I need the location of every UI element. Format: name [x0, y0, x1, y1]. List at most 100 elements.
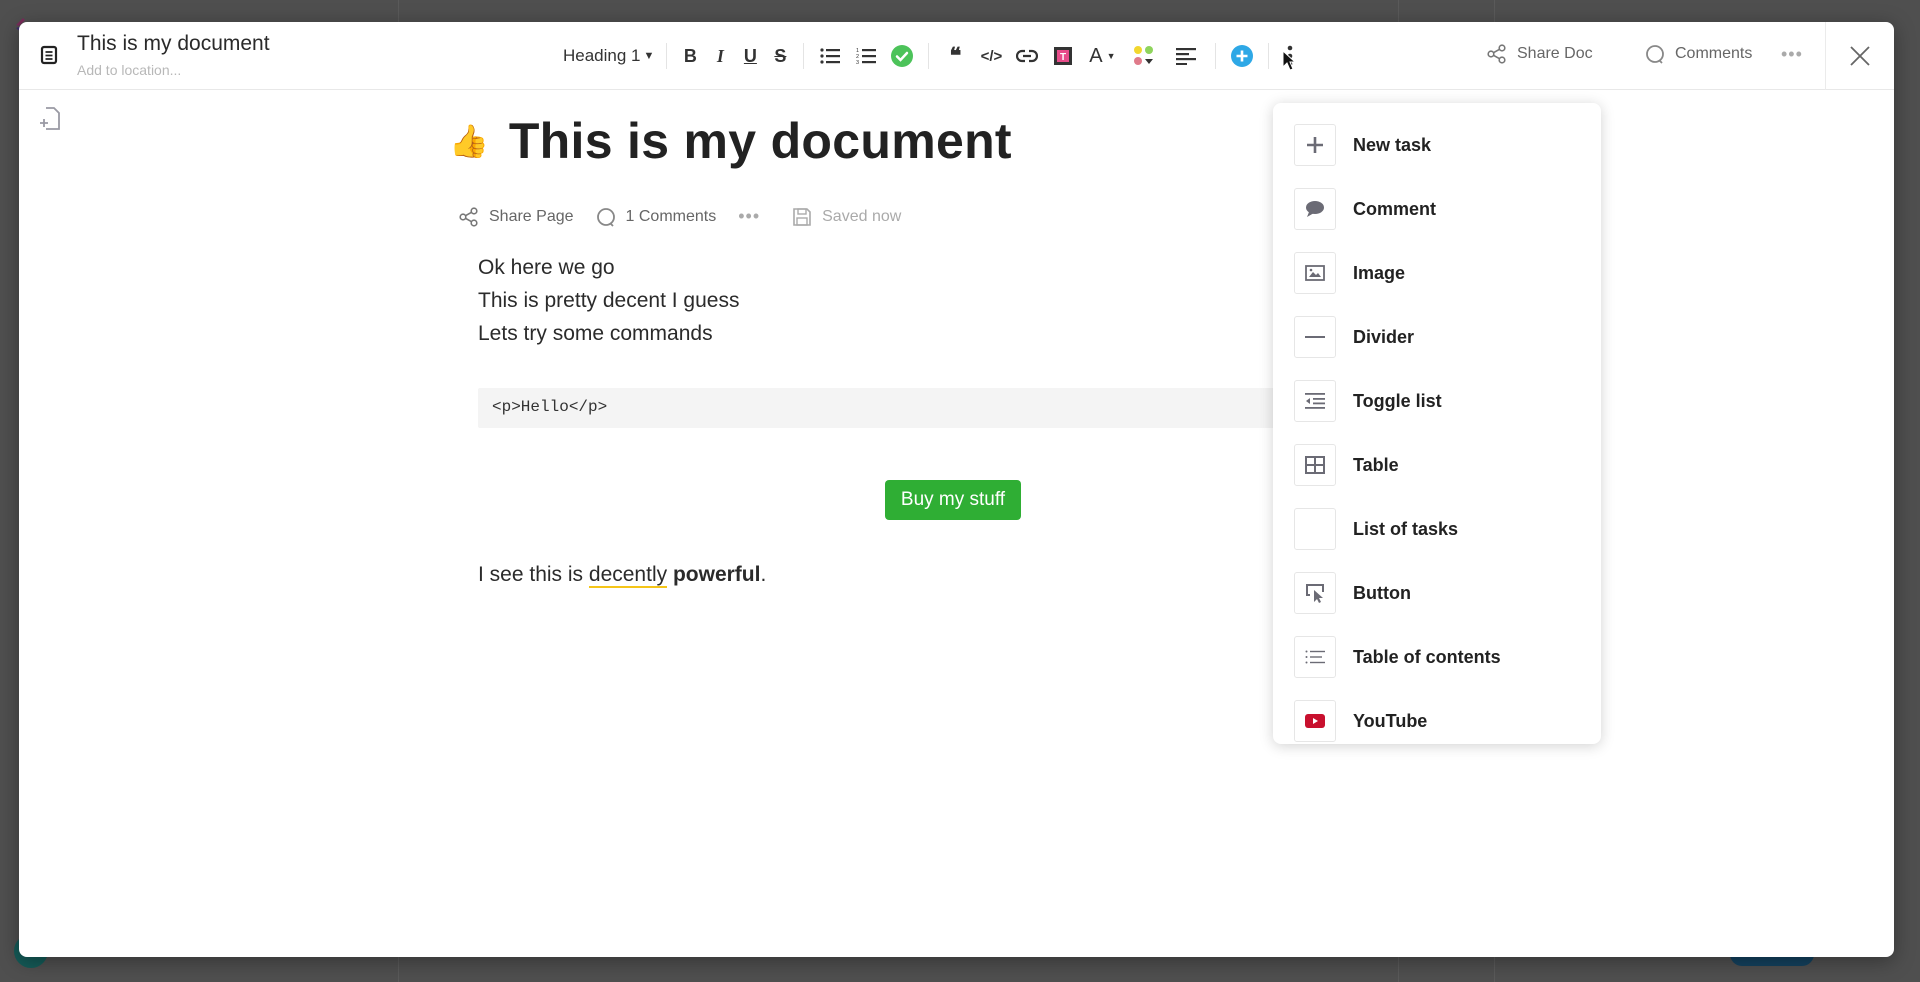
doc-title[interactable]: This is my document — [77, 32, 270, 56]
page-meta-row: Share Page 1 Comments ••• Saved now — [459, 206, 1349, 227]
plus-circle-icon — [1231, 45, 1254, 67]
close-button[interactable] — [1825, 22, 1894, 90]
divider-icon — [1294, 316, 1336, 358]
text-highlight-button[interactable]: T — [1045, 40, 1081, 72]
quote-button[interactable]: ❝ — [937, 40, 973, 72]
bulleted-list-icon — [820, 48, 841, 64]
bold-button[interactable]: B — [675, 40, 705, 72]
svg-text:T: T — [1060, 52, 1066, 63]
menu-item-label: New task — [1353, 134, 1432, 155]
mouse-cursor-icon — [1282, 50, 1297, 71]
save-status: Saved now — [792, 207, 901, 227]
menu-item-list-of-tasks[interactable]: List of tasks — [1273, 497, 1601, 561]
link-button[interactable] — [1009, 40, 1045, 72]
comments-label: Comments — [1675, 45, 1753, 62]
page-heading: 👍 This is my document — [449, 112, 1349, 170]
menu-item-label: Comment — [1353, 198, 1437, 219]
youtube-icon — [1294, 700, 1336, 742]
heading-style-select[interactable]: Heading 1 ▼ — [559, 40, 658, 72]
comment-bubble-icon — [596, 207, 615, 227]
button-icon — [1294, 572, 1336, 614]
toolbar-divider — [1268, 43, 1270, 69]
code-block[interactable]: <p>Hello</p> — [478, 388, 1368, 428]
menu-item-label: Button — [1353, 582, 1411, 603]
underline-button[interactable]: U — [735, 40, 765, 72]
link-icon — [1016, 49, 1039, 63]
close-icon — [1850, 46, 1870, 66]
bold-text: powerful — [672, 563, 761, 586]
menu-item-toggle-list[interactable]: Toggle list — [1273, 369, 1601, 433]
menu-item-divider[interactable]: Divider — [1273, 305, 1601, 369]
menu-item-youtube[interactable]: YouTube — [1273, 689, 1601, 753]
page-more-button[interactable]: ••• — [738, 206, 760, 227]
align-button[interactable] — [1165, 40, 1207, 72]
page-comments-label: 1 Comments — [625, 207, 717, 225]
comment-icon — [1294, 188, 1336, 230]
menu-item-label: Toggle list — [1353, 390, 1442, 411]
text-color-button[interactable]: A ▼ — [1081, 40, 1123, 72]
paragraph[interactable]: This is pretty decent I guess — [478, 284, 1349, 317]
insert-button[interactable] — [1224, 40, 1260, 72]
comment-bubble-icon — [1646, 45, 1664, 64]
align-left-icon — [1176, 48, 1197, 65]
text-run: . — [760, 563, 767, 586]
formatting-toolbar: Heading 1 ▼ B I U S 1 2 3 ❝ </> T A ▼ — [559, 36, 1303, 76]
share-page-button[interactable]: Share Page — [459, 206, 574, 227]
bold-icon: B — [683, 45, 697, 66]
text-color-icon: A — [1089, 44, 1103, 67]
document-icon — [40, 45, 58, 65]
document-content: 👍 This is my document Share Page 1 Comme… — [449, 112, 1368, 588]
text-run: I see this is — [478, 563, 589, 586]
menu-item-comment[interactable]: Comment — [1273, 177, 1601, 241]
menu-item-label: YouTube — [1353, 710, 1428, 731]
bulleted-list-button[interactable] — [812, 40, 848, 72]
table-icon — [1294, 444, 1336, 486]
strikethrough-button[interactable]: S — [765, 40, 795, 72]
share-doc-button[interactable]: Share Doc — [1487, 44, 1593, 64]
page-title[interactable]: This is my document — [509, 112, 1012, 170]
caret-down-icon: ▼ — [643, 50, 655, 62]
paragraph[interactable]: I see this is decently powerful. — [478, 563, 1349, 588]
strikethrough-icon: S — [774, 45, 787, 66]
save-status-label: Saved now — [822, 207, 902, 225]
color-palette-icon — [1134, 46, 1154, 65]
svg-text:3: 3 — [856, 60, 859, 65]
menu-item-table[interactable]: Table — [1273, 433, 1601, 497]
numbered-list-button[interactable]: 1 2 3 — [848, 40, 884, 72]
table-of-contents-icon — [1294, 636, 1336, 678]
buy-my-stuff-button[interactable]: Buy my stuff — [884, 480, 1022, 520]
comments-button[interactable]: Comments — [1645, 44, 1752, 64]
paragraph[interactable]: Ok here we go — [478, 251, 1349, 284]
menu-item-image[interactable]: Image — [1273, 241, 1601, 305]
document-modal: This is my document Add to location... H… — [19, 22, 1894, 957]
toolbar-divider — [1215, 43, 1217, 69]
add-to-location[interactable]: Add to location... — [77, 62, 181, 78]
menu-item-new-task[interactable]: New task — [1273, 113, 1601, 177]
share-page-label: Share Page — [489, 207, 574, 225]
menu-item-button[interactable]: Button — [1273, 561, 1601, 625]
insert-menu: New task Comment Image Divider Toggle li… — [1273, 103, 1601, 744]
toolbar-divider — [928, 43, 930, 69]
menu-item-label: Table — [1353, 454, 1399, 475]
share-doc-label: Share Doc — [1517, 45, 1593, 62]
code-icon: </> — [980, 47, 1003, 65]
save-icon — [793, 207, 811, 226]
italic-button[interactable]: I — [705, 40, 735, 72]
doc-topbar: This is my document Add to location... H… — [19, 22, 1894, 90]
heading-style-value: Heading 1 — [563, 46, 641, 65]
toolbar-divider — [803, 43, 805, 69]
menu-item-table-of-contents[interactable]: Table of contents — [1273, 625, 1601, 689]
paragraph[interactable]: Lets try some commands — [478, 317, 1349, 350]
page-emoji[interactable]: 👍 — [449, 122, 489, 160]
more-actions-button[interactable]: ••• — [1781, 44, 1803, 65]
text-box-icon: T — [1054, 47, 1073, 65]
menu-item-label: List of tasks — [1353, 518, 1459, 539]
numbered-list-icon: 1 2 3 — [856, 48, 877, 65]
paragraphs: Ok here we go This is pretty decent I gu… — [478, 251, 1349, 350]
page-comments-button[interactable]: 1 Comments — [596, 207, 717, 227]
code-button[interactable]: </> — [973, 40, 1009, 72]
color-palette-button[interactable] — [1123, 40, 1165, 72]
add-page-icon[interactable] — [37, 106, 63, 132]
share-icon — [459, 206, 478, 227]
checklist-button[interactable] — [884, 40, 920, 72]
